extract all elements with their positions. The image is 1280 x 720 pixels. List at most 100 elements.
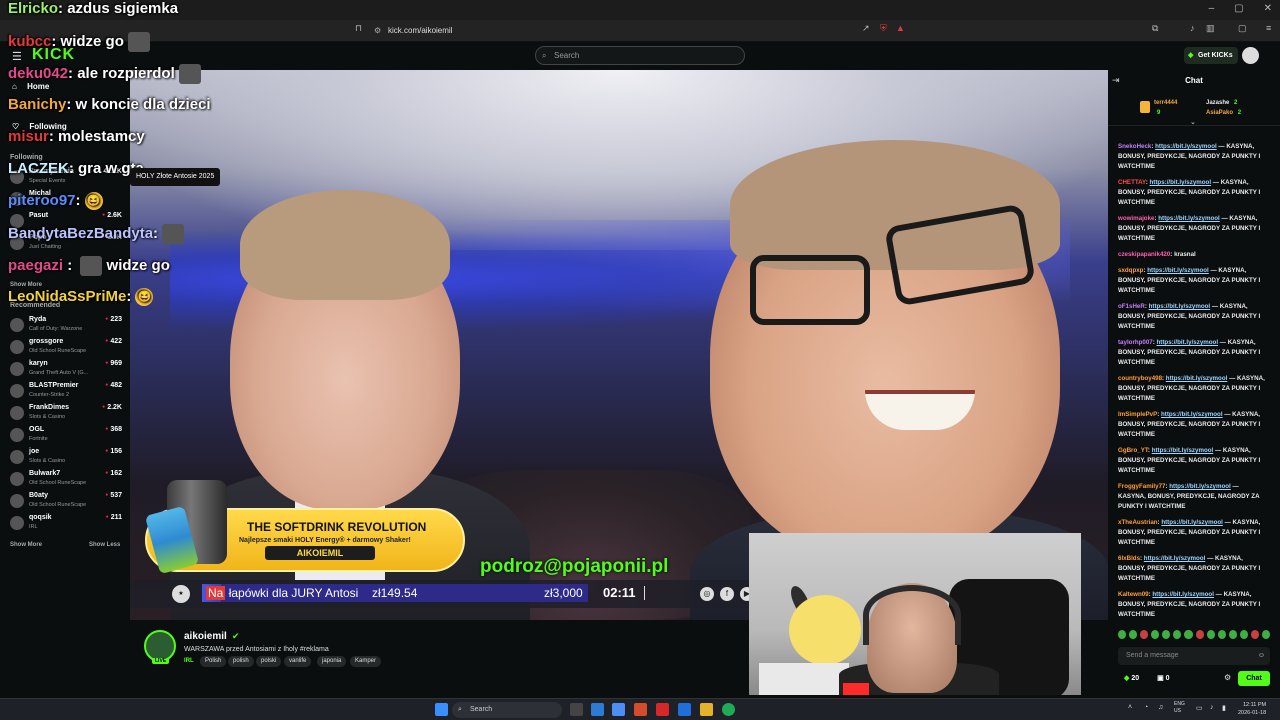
kicks-count[interactable]: ◆ 20 ▣ 0	[1124, 674, 1170, 682]
chat-settings-icon[interactable]: ⚙	[1224, 673, 1231, 682]
recommended-channel[interactable]: BLASTPremier Counter-Strike 2 482	[10, 382, 122, 404]
emoji-picker-icon[interactable]: ☺	[1258, 647, 1265, 665]
stream-category[interactable]: IRL	[184, 658, 194, 664]
brave-shield-icon[interactable]: ⛨	[880, 23, 887, 34]
stream-tag[interactable]: polski	[256, 656, 282, 667]
chat-username[interactable]: CHETTAY	[1118, 179, 1146, 186]
chat-username[interactable]: SnekoHeck	[1118, 143, 1151, 150]
emote-icon[interactable]	[1173, 630, 1182, 639]
chat-username[interactable]: wowimajoke	[1118, 215, 1154, 222]
stream-tag[interactable]: polish	[228, 656, 254, 667]
recommended-channel[interactable]: Ryda Call of Duty: Warzone 223	[10, 316, 122, 338]
chat-link[interactable]: https://bit.ly/szymool	[1166, 375, 1228, 382]
volume-icon[interactable]: ♫	[1158, 704, 1163, 711]
bookmark-icon[interactable]: ⊓	[355, 23, 362, 34]
tray-chevron-icon[interactable]: ˄	[1128, 704, 1132, 711]
chat-username[interactable]: xTheAustrian	[1118, 519, 1158, 526]
emote-icon[interactable]	[1162, 630, 1171, 639]
chrome-icon[interactable]	[612, 703, 625, 716]
emote-icon[interactable]	[1217, 630, 1226, 639]
speaker-icon[interactable]: ♪	[1210, 704, 1214, 711]
profile-avatar[interactable]	[1242, 47, 1259, 64]
maximize-button[interactable]: ▢	[1234, 3, 1243, 14]
chat-username[interactable]: FroggyFamily77	[1118, 483, 1165, 490]
chat-username[interactable]: ImSimplePvP	[1118, 411, 1157, 418]
app-icon-4[interactable]	[722, 703, 735, 716]
recommended-channel[interactable]: qoqsik IRL 211	[10, 514, 122, 536]
chat-link[interactable]: https://bit.ly/szymool	[1147, 267, 1209, 274]
chat-link[interactable]: https://bit.ly/szymool	[1144, 555, 1206, 562]
language-indicator[interactable]: ENG US	[1174, 701, 1185, 715]
chat-link[interactable]: https://bit.ly/szymool	[1150, 179, 1212, 186]
show-more-link[interactable]: Show More	[10, 542, 42, 548]
chat-username[interactable]: taylorhp007	[1118, 339, 1153, 346]
search-input[interactable]: ⌕ Search	[535, 46, 745, 65]
site-info-icon[interactable]: ⚙	[374, 23, 381, 39]
stream-tag[interactable]: vanlife	[284, 656, 312, 667]
emote-icon[interactable]	[1262, 630, 1271, 639]
streamer-name[interactable]: aikoiemil	[184, 631, 227, 642]
recommended-channel[interactable]: Bulwark7 Old School RuneScape 162	[10, 470, 122, 492]
file-explorer-icon[interactable]	[700, 703, 713, 716]
emote-icon[interactable]	[1151, 630, 1160, 639]
stream-tag[interactable]: Kamper	[350, 656, 382, 667]
leaderboard-entry[interactable]: terr4444	[1154, 100, 1177, 106]
recommended-channel[interactable]: B0aty Old School RuneScape 537	[10, 492, 122, 514]
chat-link[interactable]: https://bit.ly/szymool	[1155, 143, 1217, 150]
windows-start-icon[interactable]	[435, 703, 448, 716]
emote-icon[interactable]	[1228, 630, 1237, 639]
chat-username[interactable]: oF1sHeR	[1118, 303, 1145, 310]
mail-icon[interactable]	[678, 703, 691, 716]
wifi-icon[interactable]: ◔	[1144, 704, 1148, 711]
recommended-channel[interactable]: karyn Grand Theft Auto V (G... 969	[10, 360, 122, 382]
chat-link[interactable]: https://bit.ly/szymool	[1157, 339, 1219, 346]
app-icon-3[interactable]	[656, 703, 669, 716]
chat-username[interactable]: 6lxBlds	[1118, 555, 1140, 562]
recommended-channel[interactable]: joe Slots & Casino 156	[10, 448, 122, 470]
emote-icon[interactable]	[1195, 630, 1204, 639]
chat-link[interactable]: https://bit.ly/szymool	[1169, 483, 1231, 490]
chat-link[interactable]: https://bit.ly/szymool	[1158, 215, 1220, 222]
chat-username[interactable]: czeskipapanik420	[1118, 251, 1170, 258]
wallet-icon[interactable]: ▢	[1238, 23, 1247, 34]
network-icon[interactable]: ▭	[1196, 704, 1203, 712]
app-icon-1[interactable]	[591, 703, 604, 716]
chat-username[interactable]: sxdqpxp	[1118, 267, 1143, 274]
browser-menu-icon[interactable]: ≡	[1266, 23, 1271, 33]
chat-link[interactable]: https://bit.ly/szymool	[1161, 519, 1223, 526]
music-icon[interactable]: ♪	[1190, 23, 1195, 33]
taskbar-search[interactable]: ⌕ Search	[452, 702, 562, 718]
rewards-icon[interactable]: ▲	[896, 23, 905, 33]
minimize-button[interactable]: –	[1209, 3, 1215, 14]
chat-username[interactable]: GgBro_YT	[1118, 447, 1148, 454]
emote-icon[interactable]	[1184, 630, 1193, 639]
show-less-link[interactable]: Show Less	[89, 542, 120, 548]
instagram-icon[interactable]: ◎	[700, 587, 714, 601]
send-chat-button[interactable]: Chat	[1238, 671, 1270, 686]
chat-link[interactable]: https://bit.ly/szymool	[1161, 411, 1223, 418]
recommended-channel[interactable]: grossgore Old School RuneScape 422	[10, 338, 122, 360]
close-window-button[interactable]: ✕	[1264, 3, 1272, 14]
recommended-channel[interactable]: FrankDimes Slots & Casino 2.2K	[10, 404, 122, 426]
chat-link[interactable]: https://bit.ly/szymool	[1152, 447, 1214, 454]
emote-icon[interactable]	[1239, 630, 1248, 639]
share-icon[interactable]: ↗	[862, 23, 870, 34]
emote-icon[interactable]	[1206, 630, 1215, 639]
emote-icon[interactable]	[1250, 630, 1260, 639]
url-field[interactable]: ⚙ kick.com/aikoiemil	[370, 23, 910, 39]
emote-icon[interactable]	[1118, 630, 1127, 639]
extensions-icon[interactable]: ⧉	[1152, 23, 1158, 34]
chat-link[interactable]: https://bit.ly/szymool	[1149, 303, 1211, 310]
chevron-down-icon[interactable]: ⌄	[1190, 118, 1196, 126]
leaderboard-entry[interactable]: Jazashe 2	[1206, 100, 1237, 106]
chat-username[interactable]: countryboy498	[1118, 375, 1162, 382]
stream-tag[interactable]: japonia	[317, 656, 347, 667]
stream-tag[interactable]: Polish	[200, 656, 227, 667]
emote-icon[interactable]	[1129, 630, 1138, 639]
facebook-icon[interactable]: f	[720, 587, 734, 601]
task-view-icon[interactable]	[570, 703, 583, 716]
get-kicks-button[interactable]: ◆ Get KICKs	[1184, 47, 1238, 64]
recommended-channel[interactable]: OGL Fortnite 368	[10, 426, 122, 448]
leaderboard-entry[interactable]: AsiaPako 2	[1206, 110, 1241, 116]
battery-icon[interactable]: ▮	[1222, 704, 1226, 712]
